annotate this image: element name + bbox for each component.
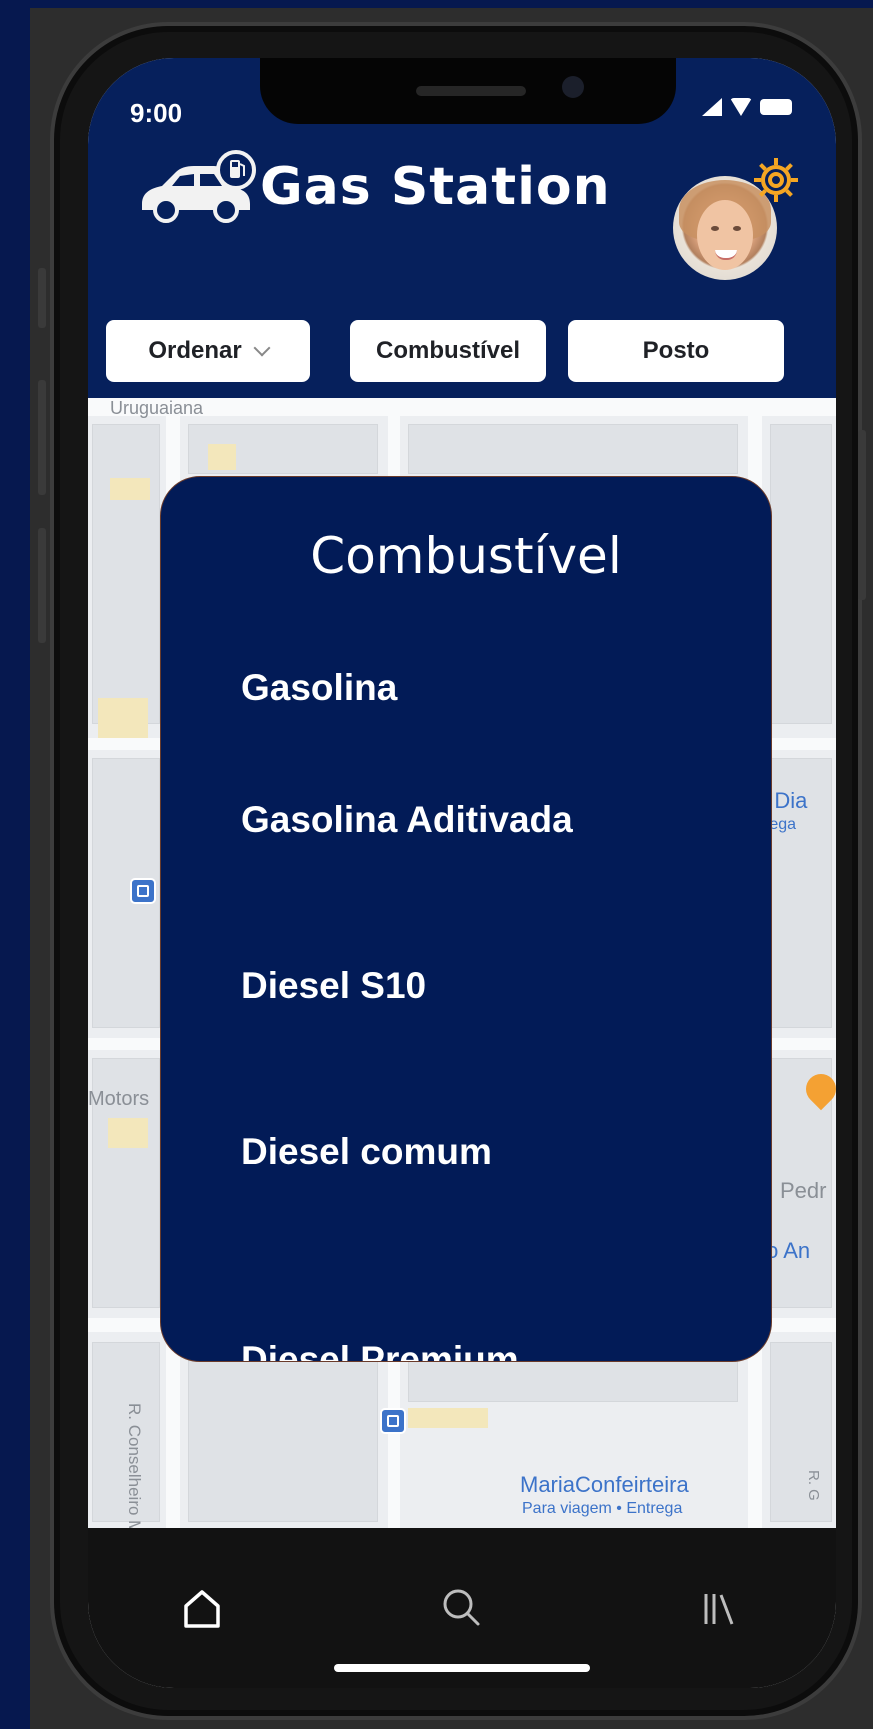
front-camera xyxy=(562,76,584,98)
library-icon[interactable] xyxy=(688,1578,748,1638)
avatar-eye xyxy=(711,226,719,231)
map-street-label: Uruguaiana xyxy=(110,398,204,418)
map-block xyxy=(770,1342,832,1522)
power-button xyxy=(858,430,866,600)
home-icon[interactable] xyxy=(172,1578,232,1638)
bus-stop-icon[interactable] xyxy=(380,1408,406,1434)
avatar-eye xyxy=(733,226,741,231)
map-block xyxy=(92,424,160,724)
fuel-option-diesel-comum[interactable]: Diesel comum xyxy=(241,1129,701,1175)
fuel-filter-label: Combustível xyxy=(375,337,521,364)
search-icon[interactable] xyxy=(432,1578,492,1638)
fuel-filter-button[interactable]: Combustível xyxy=(350,320,546,382)
map-street-label: R. Conselheiro Mata xyxy=(125,1403,144,1528)
home-indicator[interactable] xyxy=(334,1664,590,1672)
popup-title: Combustível xyxy=(310,527,622,585)
car-fuel-logo-icon xyxy=(138,148,258,226)
map-block xyxy=(188,1342,378,1522)
chevron-down-icon xyxy=(253,339,271,357)
map-landmark xyxy=(98,698,148,738)
map-place-sublabel: Para viagem • Entrega xyxy=(522,1500,683,1517)
fuel-option-diesel-premium[interactable]: Diesel Premium xyxy=(241,1337,701,1361)
bottom-navigation xyxy=(88,1528,836,1688)
bus-stop-icon[interactable] xyxy=(130,878,156,904)
map-landmark xyxy=(110,478,150,500)
fuel-option-gasolina[interactable]: Gasolina xyxy=(241,665,701,711)
fuel-option-gasolina-aditivada[interactable]: Gasolina Aditivada xyxy=(241,797,701,843)
status-icons xyxy=(702,98,792,116)
app-header: 9:00 Gas Station Ordenar Combustível Pos… xyxy=(88,58,836,398)
app-screen: Uruguaiana Motors o Dia rega Pedr to An … xyxy=(88,58,836,1688)
battery-icon xyxy=(760,99,792,115)
map-street-label: R. G xyxy=(805,1470,822,1501)
mute-switch xyxy=(38,268,46,328)
device-notch xyxy=(260,58,676,124)
fuel-option-diesel-s10[interactable]: Diesel S10 xyxy=(241,963,701,1009)
map-block xyxy=(770,424,832,724)
cellular-signal-icon xyxy=(702,98,722,116)
station-filter-label: Posto xyxy=(642,337,710,364)
status-time: 9:00 xyxy=(130,98,183,128)
map-place-label: Motors xyxy=(88,1088,150,1110)
brand: Gas Station xyxy=(138,148,611,226)
sort-dropdown-label: Ordenar xyxy=(148,337,242,364)
map-landmark xyxy=(108,1118,148,1148)
map-place-label[interactable]: MariaConfeirteira xyxy=(520,1472,689,1498)
station-filter-button[interactable]: Posto xyxy=(568,320,784,382)
volume-up-button xyxy=(38,380,46,495)
volume-down-button xyxy=(38,528,46,643)
map-place-label: Pedr xyxy=(780,1178,827,1203)
sort-dropdown[interactable]: Ordenar xyxy=(106,320,310,382)
app-title: Gas Station xyxy=(260,157,611,217)
wifi-icon xyxy=(730,98,752,116)
map-landmark xyxy=(408,1408,488,1428)
filter-bar: Ordenar Combustível Posto xyxy=(106,320,818,384)
fuel-selection-popup: Combustível Gasolina Gasolina Aditivada … xyxy=(160,476,772,1362)
map-landmark xyxy=(208,444,236,470)
gear-icon[interactable] xyxy=(750,154,802,206)
speaker-grille xyxy=(416,86,526,96)
map-block xyxy=(408,424,738,474)
